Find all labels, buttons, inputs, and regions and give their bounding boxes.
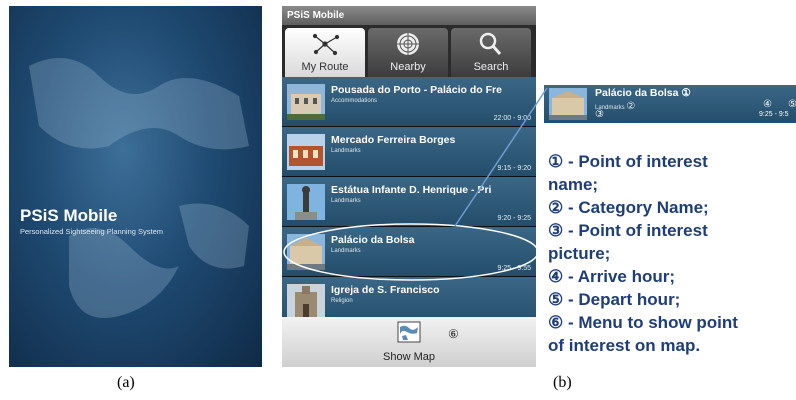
legend-line: name; (548, 175, 599, 194)
legend: ① - Point of interest name; ② - Category… (548, 150, 796, 357)
splash-screen: PSiS Mobile Personalized Sightseeing Pla… (9, 6, 262, 367)
poi-name: Igreja de S. Francisco (331, 284, 440, 296)
callout-poi-name: Palácio da Bolsa ① (595, 87, 691, 99)
tab-label: Nearby (390, 61, 426, 73)
marker-1: ① (681, 87, 691, 99)
poi-photo (287, 134, 325, 170)
tab-label: My Route (301, 61, 349, 73)
legend-line: ② - Category Name; (548, 198, 709, 217)
marker-3: ③ (595, 109, 604, 120)
route-network-icon (312, 33, 340, 56)
map-icon[interactable] (397, 321, 421, 343)
legend-line: ④ - Arrive hour; (548, 267, 676, 286)
marker-4: ④ (763, 99, 772, 110)
legend-line: ① - Point of interest (548, 152, 708, 171)
poi-photo (549, 88, 587, 120)
tab-nearby[interactable]: Nearby (368, 28, 448, 77)
list-item[interactable]: Mercado Ferreira Borges Landmarks 9:15 -… (282, 127, 536, 177)
marker-2: ② (626, 101, 636, 112)
show-map-button[interactable]: Show Map (282, 351, 536, 363)
magnifier-icon (479, 32, 502, 55)
tab-search[interactable]: Search (451, 28, 531, 77)
world-map-background (29, 58, 249, 318)
poi-category: Accommodations (331, 98, 378, 104)
radar-icon (397, 33, 419, 55)
callout-zoom: Palácio da Bolsa ① Landmarks ② ③ ④ ⑤ 9:2… (544, 85, 796, 123)
poi-time: 9:15 - 9:20 (497, 165, 531, 172)
legend-line: of interest on map. (548, 336, 701, 355)
caption-a: (a) (117, 374, 135, 391)
poi-category: Religion (331, 298, 353, 304)
app-subtitle: Personalized Sightseeing Planning System (20, 227, 164, 236)
poi-time: 22:00 - 9:00 (493, 115, 531, 122)
bottom-menu: ⑥ Show Map (282, 317, 536, 367)
poi-name: Palácio da Bolsa (331, 234, 415, 246)
route-list: Pousada do Porto - Palácio do Fre Accomm… (282, 77, 536, 327)
list-item[interactable]: Estátua Infante D. Henrique - Pri Landma… (282, 177, 536, 227)
poi-category: Landmarks (331, 148, 361, 154)
callout-time: 9:25 - 9:5 (759, 111, 789, 118)
app-title: PSiS Mobile (20, 206, 118, 225)
marker-6: ⑥ (448, 327, 459, 341)
phone-screen: PSiS Mobile My Route Nearby Search Pousa… (282, 6, 536, 367)
marker-5: ⑤ (788, 99, 796, 110)
caption-b: (b) (553, 374, 572, 391)
legend-line: ⑤ - Depart hour; (548, 290, 681, 309)
tab-label: Search (473, 61, 509, 73)
status-bar-title: PSiS Mobile (282, 6, 536, 25)
poi-name: Estátua Infante D. Henrique - Pri (331, 184, 492, 196)
poi-photo (287, 84, 325, 120)
legend-line: picture; (548, 244, 611, 263)
poi-photo (287, 184, 325, 220)
tab-bar: My Route Nearby Search (282, 25, 536, 77)
poi-time: 9:25 - 9:55 (497, 265, 531, 272)
tab-my-route[interactable]: My Route (285, 28, 365, 77)
poi-category: Landmarks (331, 198, 361, 204)
poi-time: 9:20 - 9:25 (497, 215, 531, 222)
poi-photo (287, 234, 325, 270)
poi-photo (287, 284, 325, 320)
list-item-highlighted[interactable]: Palácio da Bolsa Landmarks 9:25 - 9:55 (282, 227, 536, 277)
poi-category: Landmarks (331, 248, 361, 254)
list-item[interactable]: Pousada do Porto - Palácio do Fre Accomm… (282, 77, 536, 127)
legend-line: ③ - Point of interest (548, 221, 708, 240)
poi-name: Mercado Ferreira Borges (331, 134, 456, 146)
poi-name: Pousada do Porto - Palácio do Fre (331, 84, 502, 96)
legend-line: ⑥ - Menu to show point (548, 313, 738, 332)
